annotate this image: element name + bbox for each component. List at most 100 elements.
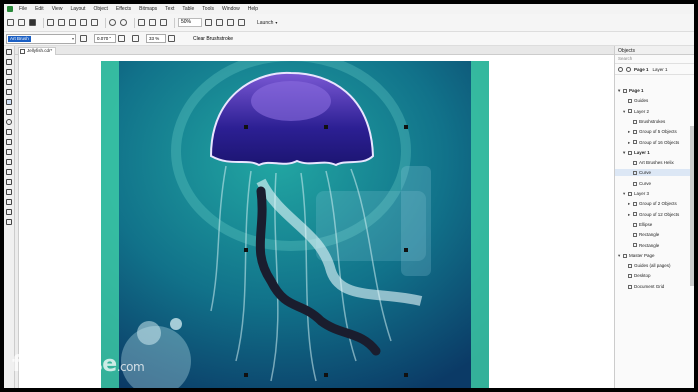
tree-row[interactable]: Curve (615, 180, 691, 187)
tab-document[interactable]: Jellyfish.cdr* (18, 47, 57, 55)
full-screen-icon[interactable] (205, 19, 212, 26)
watermark-suffix: .com (116, 360, 145, 374)
parallel-dimension-tool-icon[interactable] (6, 149, 12, 155)
menu-bitmaps[interactable]: Bitmaps (139, 6, 157, 12)
menu-edit[interactable]: Edit (35, 6, 44, 12)
object-type-icon (633, 212, 637, 217)
search-input[interactable]: Search (615, 55, 694, 64)
save-icon[interactable] (29, 19, 36, 26)
tree-row-label: Layer 1 (634, 149, 650, 155)
connector-tool-icon[interactable] (6, 159, 12, 165)
object-type-icon (633, 243, 637, 248)
tree-row-label: Layer 2 (634, 108, 650, 114)
redo-icon[interactable] (120, 19, 127, 26)
current-layer-label[interactable]: Layer 1 (653, 67, 668, 72)
tree-row[interactable]: ▸ Group of 5 Objects (615, 128, 691, 135)
cut-icon[interactable] (69, 19, 76, 26)
shape-tool-icon[interactable] (6, 59, 12, 65)
tree-row[interactable]: ▾ Page 1 (615, 87, 691, 94)
tree-row[interactable]: Guides (all pages) (615, 262, 691, 269)
snap-icon[interactable] (227, 19, 234, 26)
tree-row-label: Document Grid (634, 283, 665, 289)
tree-row[interactable]: Ellipse (615, 221, 691, 228)
zoom-dropdown[interactable]: 50% (178, 18, 202, 27)
new-document-icon[interactable] (7, 19, 14, 26)
brush-dropdown[interactable]: Art Brush ▾ (6, 33, 76, 44)
object-type-icon (633, 222, 637, 227)
tree-row[interactable]: Rectangle (615, 242, 691, 249)
tree-row-label: Group of 12 Objects (639, 211, 680, 217)
options-icon[interactable] (238, 19, 245, 26)
tree-row[interactable]: ▸ Group of 12 Objects (615, 211, 691, 218)
smart-fill-tool-icon[interactable] (6, 209, 12, 215)
polygon-tool-icon[interactable] (6, 129, 12, 135)
menu-file[interactable]: File (19, 6, 27, 12)
menu-view[interactable]: View (52, 6, 63, 12)
tree-row[interactable]: Brushstrokes (615, 118, 691, 125)
add-tool-icon[interactable] (6, 219, 12, 225)
print-icon[interactable] (58, 19, 65, 26)
menu-window[interactable]: Window (222, 6, 240, 12)
interactive-fill-tool-icon[interactable] (6, 199, 12, 205)
launch-button[interactable]: Launch ▾ (257, 20, 277, 26)
zoom-tool-icon[interactable] (6, 79, 12, 85)
stroke-width-field[interactable]: 0.070 " (94, 34, 116, 43)
artwork-page[interactable] (101, 51, 489, 388)
brush-preview-icon[interactable] (80, 35, 87, 42)
home-icon (20, 49, 25, 54)
page-icon[interactable] (618, 66, 623, 72)
publish-pdf-icon[interactable] (160, 19, 167, 26)
drop-shadow-tool-icon[interactable] (6, 169, 12, 175)
paste-icon[interactable] (91, 19, 98, 26)
ellipse-tool-icon[interactable] (6, 119, 12, 125)
menu-object[interactable]: Object (93, 6, 107, 12)
tree-row[interactable]: Art Brushes Helix (615, 159, 691, 166)
menu-layout[interactable]: Layout (70, 6, 85, 12)
stepper-icon[interactable] (118, 35, 125, 42)
pick-tool-icon[interactable] (6, 49, 12, 55)
copy-icon[interactable] (80, 19, 87, 26)
menu-tools[interactable]: Tools (202, 6, 214, 12)
standard-toolbar: 50% Launch ▾ (4, 14, 694, 32)
tree-row[interactable]: ▸ Group of 2 Objects (615, 200, 691, 207)
text-tool-icon[interactable] (6, 139, 12, 145)
rulers-icon[interactable] (216, 19, 223, 26)
menu-help[interactable]: Help (248, 6, 258, 12)
brush-selected: Art Brush (8, 35, 31, 42)
tree-row[interactable]: Curve (615, 169, 691, 177)
left-strip (101, 61, 119, 388)
eyedropper-tool-icon[interactable] (6, 189, 12, 195)
tree-row[interactable]: Guides (615, 97, 691, 104)
smoothing-icon[interactable] (132, 35, 139, 42)
menu-table[interactable]: Table (182, 6, 194, 12)
menu-text[interactable]: Text (165, 6, 174, 12)
transparency-tool-icon[interactable] (6, 179, 12, 185)
layer-icon[interactable] (626, 66, 631, 72)
undo-icon[interactable] (109, 19, 116, 26)
document-tab-bar: Jellyfish.cdr* (15, 46, 614, 55)
tree-row[interactable]: Desktop (615, 272, 691, 279)
open-icon[interactable] (18, 19, 25, 26)
menu-effects[interactable]: Effects (116, 6, 131, 12)
import-icon[interactable] (138, 19, 145, 26)
tree-row[interactable]: Rectangle (615, 231, 691, 238)
add-icon[interactable] (168, 35, 175, 42)
rectangle-tool-icon[interactable] (6, 109, 12, 115)
tree-row[interactable]: ▾ Layer 2 (615, 108, 691, 115)
export-icon[interactable] (149, 19, 156, 26)
tree-row[interactable]: ▾ Layer 3 (615, 190, 691, 197)
right-strip (471, 61, 489, 388)
tree-row[interactable]: ▾ Master Page (615, 252, 691, 259)
docker-scrollbar[interactable] (690, 126, 694, 286)
current-page-label[interactable]: Page 1 (634, 67, 649, 72)
smoothing-field[interactable]: 33 % (146, 34, 166, 43)
freehand-tool-icon[interactable] (6, 89, 12, 95)
tree-row[interactable]: ▸ Group of 16 Objects (615, 139, 691, 146)
clear-brushstroke-button[interactable]: Clear Brushstroke (193, 36, 233, 42)
tree-row-label: Page 1 (629, 88, 644, 93)
tree-row[interactable]: ▾ Layer 1 (615, 149, 691, 156)
artistic-media-tool-icon[interactable] (6, 99, 12, 105)
cloud-icon[interactable] (47, 19, 54, 26)
crop-tool-icon[interactable] (6, 69, 12, 75)
tree-row[interactable]: Document Grid (615, 283, 691, 290)
